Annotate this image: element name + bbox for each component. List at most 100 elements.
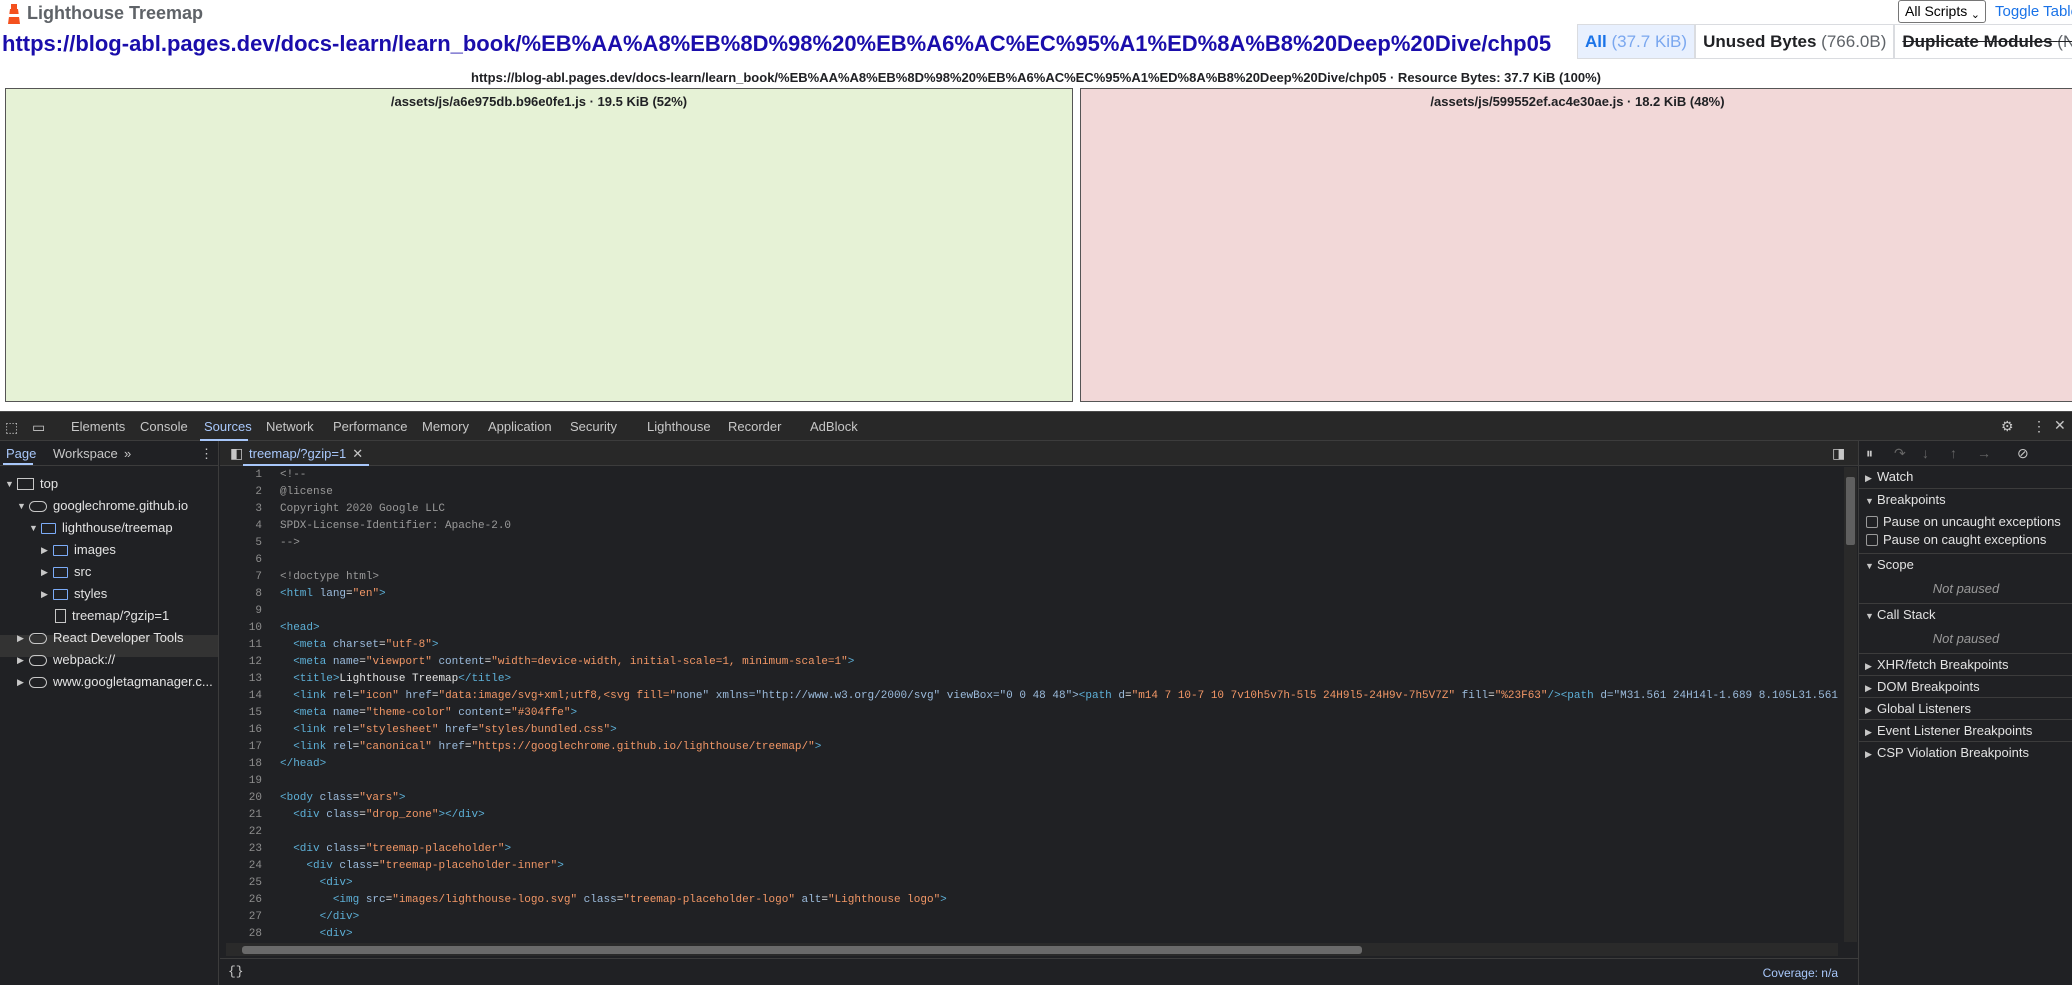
toggle-debugger-icon[interactable]: ◨: [1832, 445, 1845, 461]
step-into-icon[interactable]: ↓: [1922, 445, 1929, 461]
csp-violation-breakpoints-section[interactable]: ▶ CSP Violation Breakpoints: [1859, 741, 2072, 763]
gear-icon[interactable]: ⚙: [2001, 418, 2014, 434]
line-number[interactable]: 16: [220, 722, 262, 739]
code-line[interactable]: <!--: [280, 467, 1840, 484]
code-line[interactable]: <div>: [280, 926, 1840, 942]
line-number[interactable]: 22: [220, 824, 262, 841]
step-out-icon[interactable]: ↑: [1950, 445, 1957, 461]
page-url-link[interactable]: https://blog-abl.pages.dev/docs-learn/le…: [2, 30, 1551, 58]
event-listener-breakpoints-section[interactable]: ▶ Event Listener Breakpoints: [1859, 719, 2072, 741]
code-line[interactable]: <html lang="en">: [280, 586, 1840, 603]
tab-performance[interactable]: Performance: [333, 419, 407, 435]
line-number[interactable]: 25: [220, 875, 262, 892]
tab-lighthouse[interactable]: Lighthouse: [647, 419, 711, 435]
tab-console[interactable]: Console: [140, 419, 188, 435]
scope-section[interactable]: ▼ Scope: [1859, 553, 2072, 575]
line-number[interactable]: 19: [220, 773, 262, 790]
call-stack-section[interactable]: ▼ Call Stack: [1859, 603, 2072, 625]
code-line[interactable]: <link rel="icon" href="data:image/svg+xm…: [280, 688, 1840, 705]
code-line[interactable]: <img src="images/lighthouse-logo.svg" cl…: [280, 892, 1840, 909]
code-line[interactable]: <title>Lighthouse Treemap</title>: [280, 671, 1840, 688]
close-icon[interactable]: ✕: [2054, 417, 2066, 433]
line-number[interactable]: 26: [220, 892, 262, 909]
tree-item-top[interactable]: ▼ top: [5, 473, 58, 495]
code-line[interactable]: [280, 824, 1840, 841]
line-number[interactable]: 6: [220, 552, 262, 569]
line-number[interactable]: 21: [220, 807, 262, 824]
line-number[interactable]: 2: [220, 484, 262, 501]
code-line[interactable]: <link rel="canonical" href="https://goog…: [280, 739, 1840, 756]
code-line[interactable]: -->: [280, 535, 1840, 552]
pause-caught-row[interactable]: Pause on caught exceptions: [1859, 529, 2072, 551]
coverage-status[interactable]: Coverage: n/a: [1763, 966, 1838, 980]
line-number[interactable]: 14: [220, 688, 262, 705]
pause-caught-checkbox[interactable]: [1866, 534, 1878, 546]
code-line[interactable]: [280, 603, 1840, 620]
line-number[interactable]: 11: [220, 637, 262, 654]
line-number[interactable]: 5: [220, 535, 262, 552]
code-line[interactable]: <link rel="stylesheet" href="styles/bund…: [280, 722, 1840, 739]
more-options-icon[interactable]: ⋮: [2032, 418, 2046, 434]
pretty-print-button[interactable]: {}: [228, 964, 244, 979]
code-line[interactable]: <div class="drop_zone"></div>: [280, 807, 1840, 824]
nav-tab-workspace[interactable]: Workspace: [53, 446, 118, 461]
watch-section[interactable]: ▶ Watch: [1859, 466, 2072, 488]
line-number[interactable]: 24: [220, 858, 262, 875]
code-line[interactable]: </head>: [280, 756, 1840, 773]
inspect-element-icon[interactable]: ⬚: [5, 419, 18, 435]
scripts-select[interactable]: All Scripts ⌄: [1898, 0, 1986, 23]
code-line[interactable]: SPDX-License-Identifier: Apache-2.0: [280, 518, 1840, 535]
line-number[interactable]: 20: [220, 790, 262, 807]
code-content[interactable]: <!-- @license Copyright 2020 Google LLC SPD…: [280, 467, 1840, 942]
code-line[interactable]: <head>: [280, 620, 1840, 637]
deactivate-breakpoints-icon[interactable]: ⊘: [2017, 445, 2029, 461]
code-line[interactable]: Copyright 2020 Google LLC: [280, 501, 1840, 518]
pause-uncaught-checkbox[interactable]: [1866, 516, 1878, 528]
line-number[interactable]: 13: [220, 671, 262, 688]
tab-security[interactable]: Security: [570, 419, 617, 435]
mode-unused-bytes[interactable]: Unused Bytes (766.0B): [1695, 24, 1895, 59]
chevron-double-right-icon[interactable]: »: [124, 446, 131, 461]
toggle-table-link[interactable]: Toggle Table: [1995, 2, 2072, 22]
line-number[interactable]: 8: [220, 586, 262, 603]
tree-item-googletagmanager[interactable]: ▶ www.googletagmanager.c...: [17, 671, 213, 693]
code-line[interactable]: [280, 773, 1840, 790]
tree-item-images[interactable]: ▶ images: [41, 539, 116, 561]
line-number[interactable]: 10: [220, 620, 262, 637]
tree-item-react-devtools[interactable]: ▶ React Developer Tools: [17, 627, 184, 649]
line-number[interactable]: 17: [220, 739, 262, 756]
line-number[interactable]: 1: [220, 467, 262, 484]
tab-memory[interactable]: Memory: [422, 419, 469, 435]
breakpoints-section[interactable]: ▼ Breakpoints: [1859, 488, 2072, 510]
tab-recorder[interactable]: Recorder: [728, 419, 781, 435]
toggle-navigator-icon[interactable]: ◧: [230, 445, 243, 461]
treemap-node[interactable]: /assets/js/599552ef.ac4e30ae.js · 18.2 K…: [1080, 88, 2072, 402]
step-icon[interactable]: →: [1977, 445, 1991, 461]
line-number[interactable]: 3: [220, 501, 262, 518]
code-line[interactable]: <meta charset="utf-8">: [280, 637, 1840, 654]
more-options-icon[interactable]: ⋮: [200, 446, 213, 462]
code-line[interactable]: <div class="treemap-placeholder-inner">: [280, 858, 1840, 875]
line-number[interactable]: 7: [220, 569, 262, 586]
code-line[interactable]: [280, 552, 1840, 569]
line-number[interactable]: 4: [220, 518, 262, 535]
code-line[interactable]: </div>: [280, 909, 1840, 926]
step-over-icon[interactable]: ↷: [1894, 445, 1906, 461]
line-number[interactable]: 18: [220, 756, 262, 773]
editor-tab-treemap[interactable]: treemap/?gzip=1 ✕: [243, 441, 370, 466]
dom-breakpoints-section[interactable]: ▶ DOM Breakpoints: [1859, 675, 2072, 697]
tree-item-styles[interactable]: ▶ styles: [41, 583, 107, 605]
vertical-scrollbar[interactable]: [1844, 467, 1857, 942]
close-tab-icon[interactable]: ✕: [352, 446, 363, 461]
tree-item-src[interactable]: ▶ src: [41, 561, 91, 583]
line-number[interactable]: 15: [220, 705, 262, 722]
pause-icon[interactable]: ⏸: [1866, 445, 1873, 461]
tab-network[interactable]: Network: [266, 419, 314, 435]
scrollbar-thumb[interactable]: [242, 946, 1362, 954]
code-line[interactable]: <meta name="theme-color" content="#304ff…: [280, 705, 1840, 722]
code-line[interactable]: <div>: [280, 875, 1840, 892]
treemap-node[interactable]: /assets/js/a6e975db.b96e0fe1.js · 19.5 K…: [5, 88, 1073, 402]
code-line[interactable]: <meta name="viewport" content="width=dev…: [280, 654, 1840, 671]
tab-elements[interactable]: Elements: [71, 419, 125, 435]
nav-tab-page[interactable]: Page: [6, 446, 36, 461]
